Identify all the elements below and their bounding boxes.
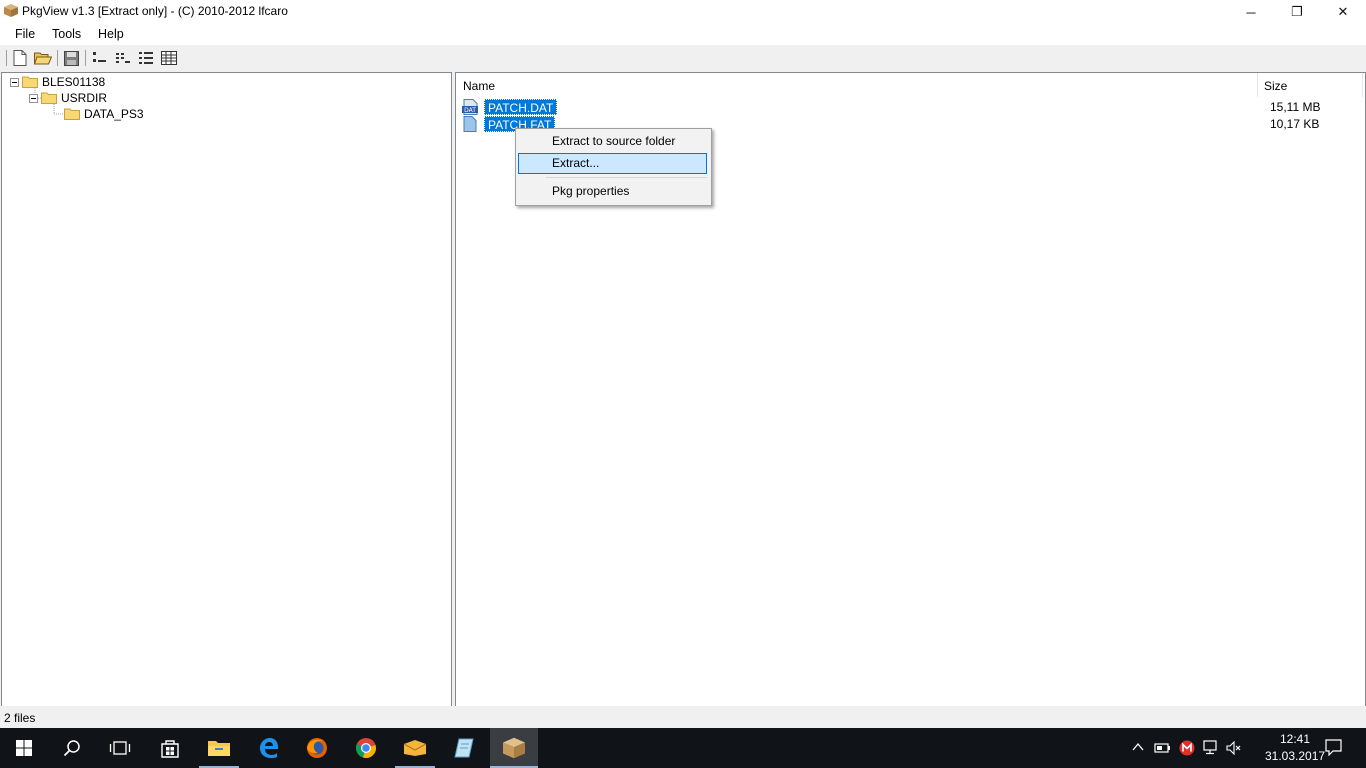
minimize-button[interactable]: ─ [1228,0,1274,24]
open-folder-icon [34,52,52,65]
taskbar-file-explorer[interactable] [195,728,243,768]
menu-bar: File Tools Help [0,24,1366,45]
toolbar-separator [57,50,58,66]
taskbar-store[interactable] [146,728,194,768]
store-icon [161,740,179,758]
menu-item-label: Extract... [552,156,600,170]
task-view-icon [109,741,131,755]
column-divider[interactable] [1257,73,1258,97]
toolbar [0,45,1366,71]
chevron-up-icon[interactable] [1132,742,1144,752]
menu-tools[interactable]: Tools [52,27,81,41]
menu-item-label: Extract to source folder [552,134,676,148]
notepad-app-icon [454,738,474,758]
save-icon [63,50,79,66]
taskbar-firefox[interactable] [293,728,341,768]
toolbar-separator [85,50,86,66]
menu-item-extract-to-source[interactable]: Extract to source folder [518,131,707,152]
column-divider[interactable] [1362,73,1363,97]
tree-node-label: DATA_PS3 [84,107,144,121]
chrome-icon [355,738,376,758]
small-icons-view-button[interactable] [114,49,132,67]
package-icon [4,4,18,17]
tree-node-data-ps3[interactable]: DATA_PS3 [64,106,144,122]
collapse-icon[interactable] [10,77,19,87]
list-item[interactable]: DAT PATCH.DAT 15,11 MB [462,99,1362,116]
close-button[interactable]: ✕ [1320,0,1366,24]
menu-item-pkg-properties[interactable]: Pkg properties [518,181,707,202]
menu-help[interactable]: Help [98,27,124,41]
file-size: 10,17 KB [1270,117,1320,131]
svg-text:DAT: DAT [464,107,476,114]
large-icons-view-button[interactable] [91,49,109,67]
taskbar-app-mail[interactable] [391,728,439,768]
title-bar: PkgView v1.3 [Extract only] - (C) 2010-2… [0,0,1366,24]
file-icon [463,116,477,132]
restore-button[interactable]: ❐ [1274,0,1320,24]
antivirus-icon[interactable] [1179,740,1195,756]
toolbar-grip [6,50,7,66]
windows-icon [16,740,32,756]
column-header-name[interactable]: Name [463,79,495,93]
clock-date[interactable]: 31.03.2017 [1265,749,1325,763]
tree-node-usrdir[interactable]: USRDIR [29,90,107,106]
open-button[interactable] [34,49,52,67]
context-menu: Extract to source folder Extract... Pkg … [515,128,712,206]
save-button[interactable] [62,49,80,67]
menu-file[interactable]: File [15,27,35,41]
menu-item-extract[interactable]: Extract... [518,153,707,174]
package-icon [503,737,525,759]
status-bar: 2 files [0,706,1366,728]
list-view-button[interactable] [137,49,155,67]
list-header: Name Size [456,73,1365,97]
taskbar: 12:41 31.03.2017 [0,728,1366,768]
start-button[interactable] [0,728,48,768]
file-size: 15,11 MB [1270,100,1321,114]
firefox-icon [307,738,327,758]
task-view-button[interactable] [96,728,144,768]
folder-icon [41,92,57,104]
new-file-button[interactable] [11,49,29,67]
tree-node-root[interactable]: BLES01138 [10,74,105,90]
details-view-button[interactable] [160,49,178,67]
column-header-size[interactable]: Size [1264,79,1287,93]
file-explorer-icon [208,741,230,756]
small-icons-view-icon [116,53,130,63]
search-button[interactable] [48,728,96,768]
taskbar-chrome[interactable] [342,728,390,768]
network-icon[interactable] [1203,740,1221,755]
large-icons-view-icon [93,52,106,62]
notification-icon[interactable] [1325,739,1342,756]
menu-item-label: Pkg properties [552,184,630,198]
dat-file-icon: DAT [462,99,478,115]
window-title: PkgView v1.3 [Extract only] - (C) 2010-2… [22,4,288,18]
folder-tree[interactable]: BLES01138 USRDIR DATA_PS3 [1,72,452,707]
taskbar-edge[interactable] [245,728,293,768]
file-name: PATCH.DAT [484,99,558,115]
envelope-app-icon [403,740,427,756]
taskbar-pkgview[interactable] [490,728,538,768]
tree-node-label: USRDIR [61,91,108,105]
volume-muted-icon[interactable] [1226,741,1242,755]
search-icon [63,740,80,757]
edge-icon [260,738,278,758]
menu-separator [546,177,707,178]
folder-icon [22,76,38,88]
details-view-icon [161,51,177,65]
list-view-icon [139,52,153,64]
power-icon[interactable] [1154,740,1172,754]
collapse-icon[interactable] [29,93,38,103]
taskbar-app-notes[interactable] [440,728,488,768]
tree-node-label: BLES01138 [42,75,106,89]
status-text: 2 files [4,711,36,725]
new-file-icon [13,50,27,66]
folder-icon [64,108,80,120]
clock-time[interactable]: 12:41 [1280,732,1310,746]
